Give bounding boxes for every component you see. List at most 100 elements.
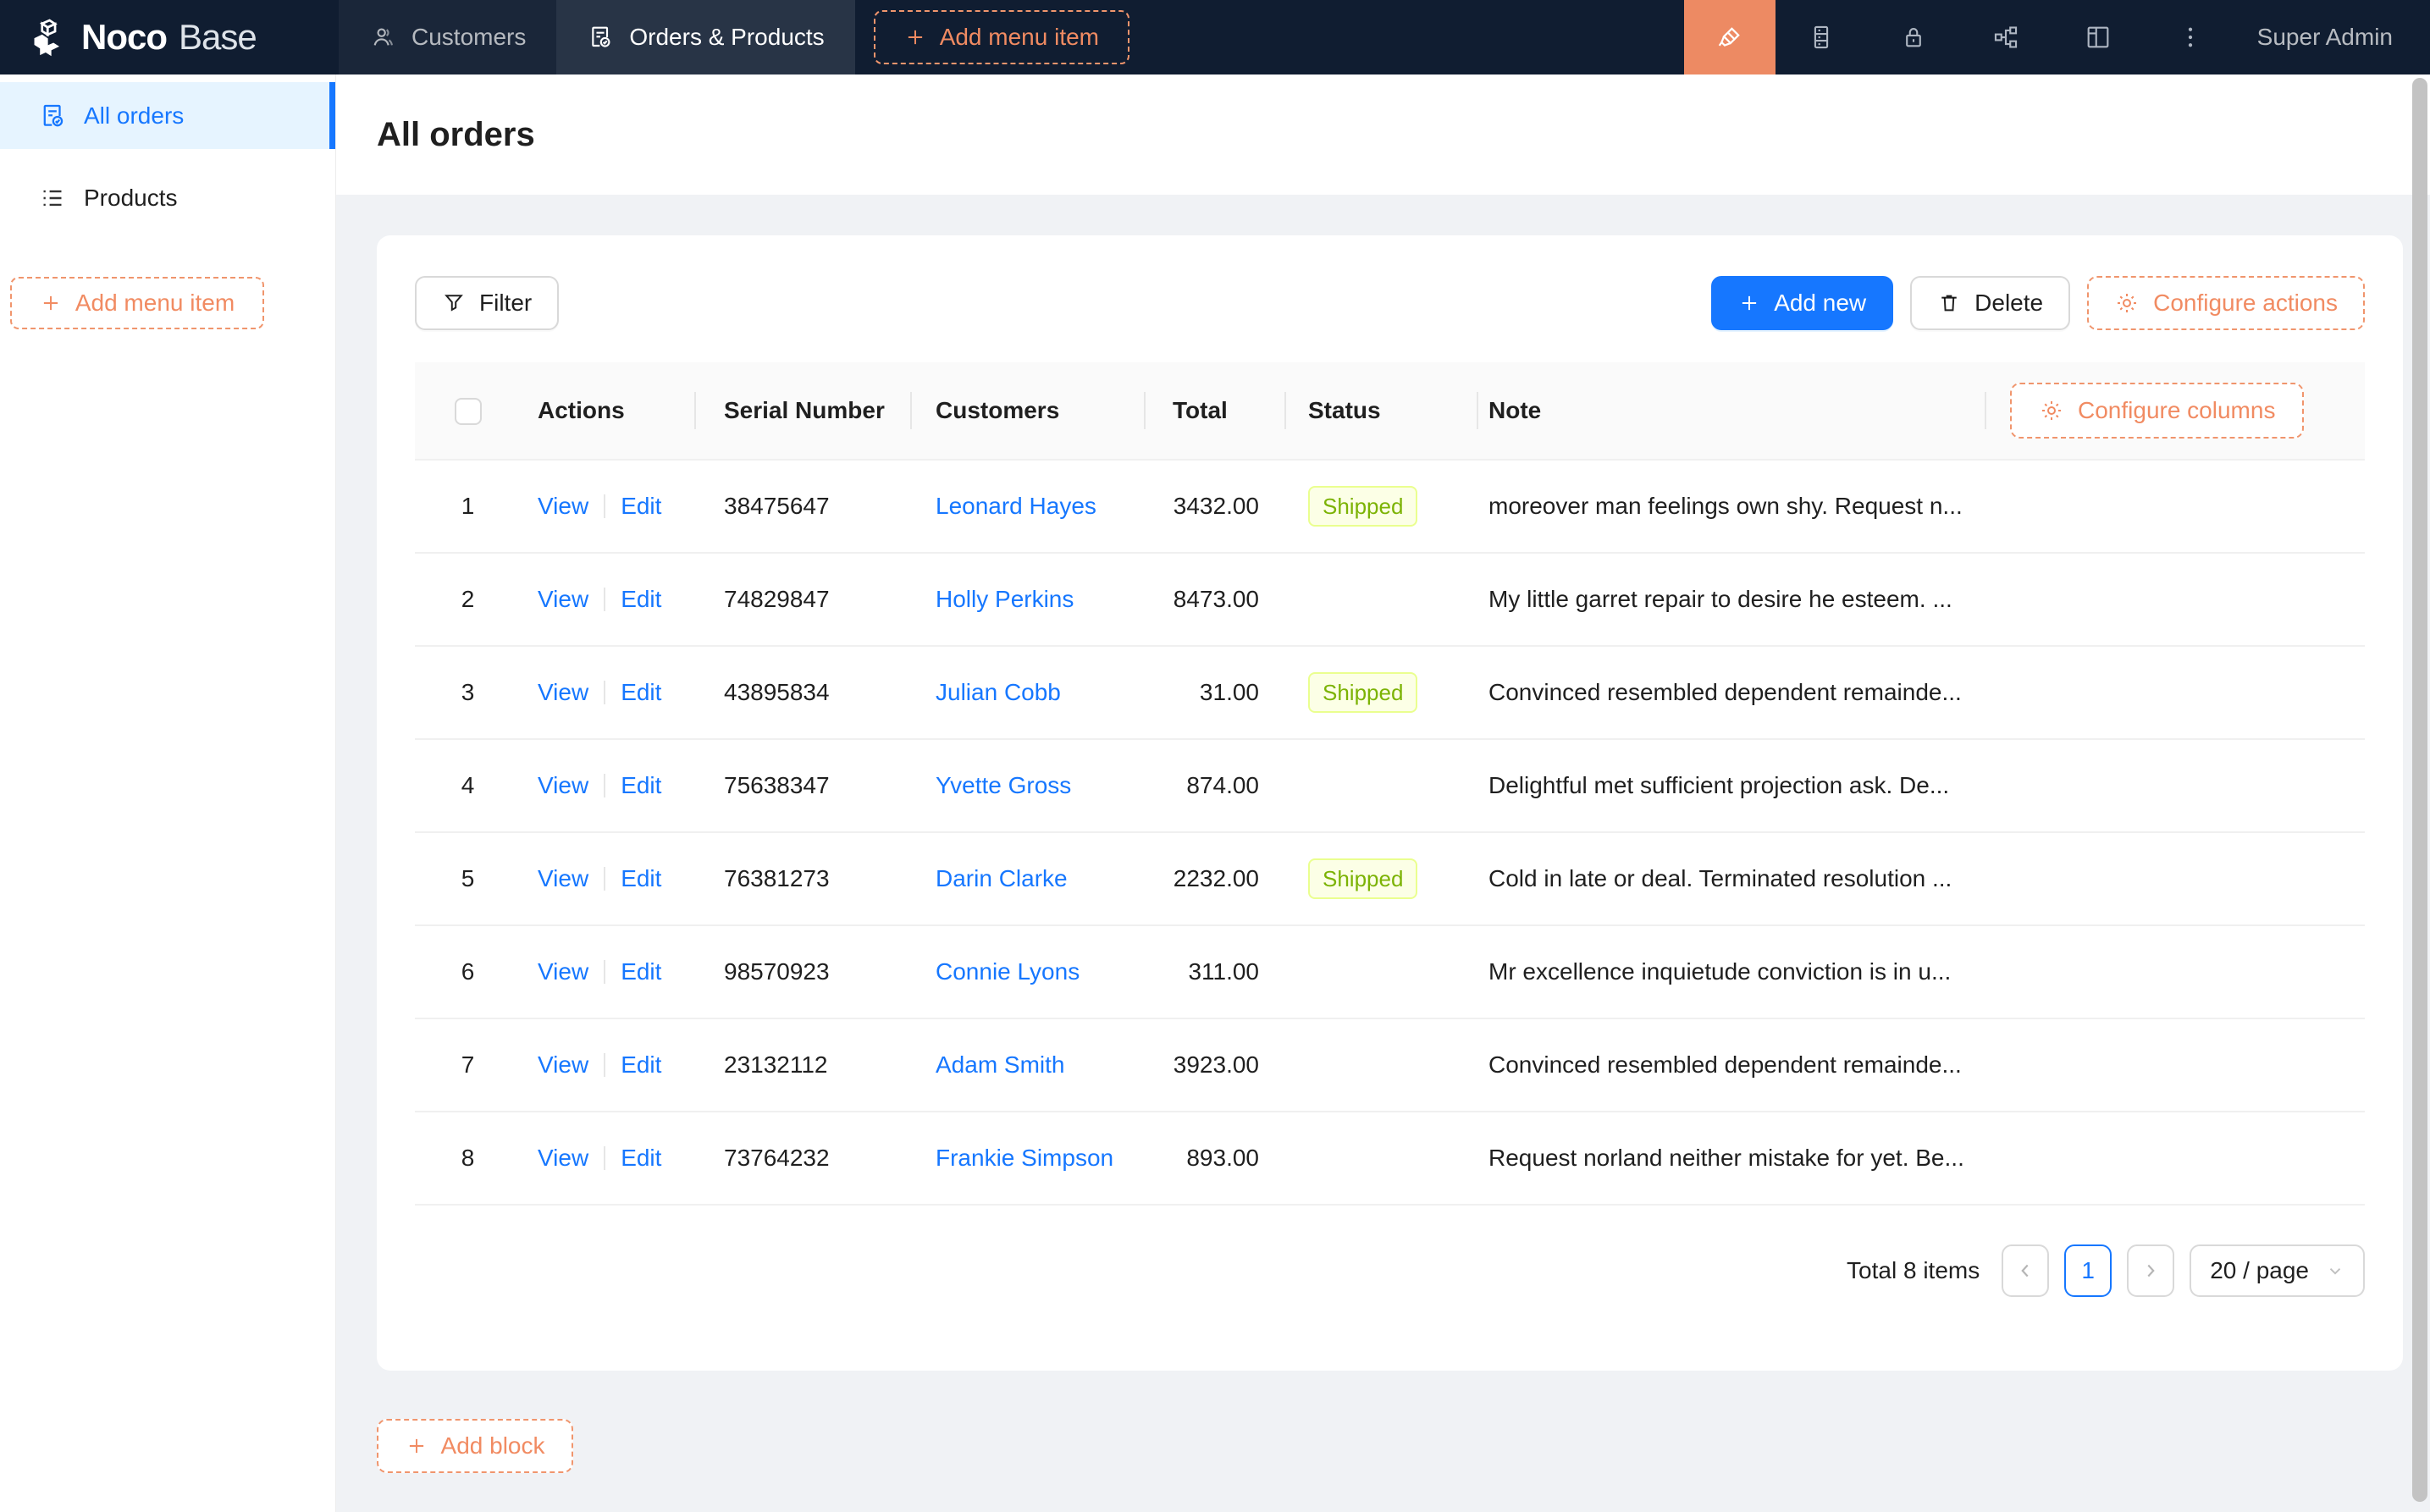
pagination-page-1[interactable]: 1 <box>2064 1244 2112 1297</box>
view-link[interactable]: View <box>538 586 588 612</box>
note-cell: Request norland neither mistake for yet.… <box>1477 1112 1985 1205</box>
customer-link[interactable]: Julian Cobb <box>936 679 1061 705</box>
table-row[interactable]: 8 ViewEdit 73764232 Frankie Simpson 893.… <box>415 1112 2365 1205</box>
table-row[interactable]: 5 ViewEdit 76381273 Darin Clarke 2232.00… <box>415 832 2365 925</box>
row-actions: View Edit <box>521 739 694 832</box>
row-trailing-cell <box>1985 1018 2365 1112</box>
column-header-serial-number[interactable]: Serial Number <box>694 362 910 460</box>
edit-link[interactable]: Edit <box>621 865 661 891</box>
customer-cell: Yvette Gross <box>910 739 1144 832</box>
pagination-prev-button[interactable] <box>2002 1244 2049 1297</box>
view-link[interactable]: View <box>538 772 588 798</box>
view-link[interactable]: View <box>538 1145 588 1171</box>
view-link[interactable]: View <box>538 679 588 705</box>
customer-link[interactable]: Leonard Hayes <box>936 493 1096 519</box>
edit-link[interactable]: Edit <box>621 958 661 985</box>
action-divider <box>604 774 605 797</box>
customer-cell: Connie Lyons <box>910 925 1144 1018</box>
plus-icon <box>1738 292 1760 314</box>
customer-cell: Darin Clarke <box>910 832 1144 925</box>
view-link[interactable]: View <box>538 1051 588 1078</box>
nocobase-logo[interactable]: NocoBase <box>0 0 339 74</box>
edit-link[interactable]: Edit <box>621 679 661 705</box>
customer-cell: Leonard Hayes <box>910 460 1144 553</box>
orders-table: Actions Serial Number Customers Total St… <box>415 362 2365 1206</box>
customer-link[interactable]: Adam Smith <box>936 1051 1065 1078</box>
customer-link[interactable]: Connie Lyons <box>936 958 1080 985</box>
filter-button[interactable]: Filter <box>415 276 559 330</box>
table-row[interactable]: 4 ViewEdit 75638347 Yvette Gross 874.00 … <box>415 739 2365 832</box>
note-cell: Convinced resembled dependent remainde..… <box>1477 646 1985 739</box>
gear-icon <box>2039 398 2064 423</box>
page-size-select[interactable]: 20 / page <box>2190 1244 2365 1297</box>
people-icon <box>369 24 396 51</box>
plugins-button[interactable] <box>1960 0 2052 74</box>
status-badge: Shipped <box>1308 858 1417 899</box>
sidebar-item-products[interactable]: Products <box>0 164 335 231</box>
chevron-right-icon <box>2140 1260 2162 1282</box>
customer-link[interactable]: Holly Perkins <box>936 586 1074 612</box>
navbar-add-wrap: Add menu item <box>855 0 1148 74</box>
vertical-scrollbar-thumb[interactable] <box>2412 78 2427 1502</box>
add-block-label: Add block <box>441 1432 545 1460</box>
view-link[interactable]: View <box>538 493 588 519</box>
edit-link[interactable]: Edit <box>621 493 661 519</box>
column-header-status[interactable]: Status <box>1284 362 1477 460</box>
row-actions: View Edit <box>521 553 694 646</box>
configure-actions-button[interactable]: Configure actions <box>2087 276 2365 330</box>
column-header-actions[interactable]: Actions <box>521 362 694 460</box>
tab-customers[interactable]: Customers <box>339 0 556 74</box>
column-header-total[interactable]: Total <box>1144 362 1284 460</box>
more-actions-button[interactable] <box>2145 0 2237 74</box>
select-all-checkbox[interactable] <box>455 398 482 425</box>
row-trailing-cell <box>1985 739 2365 832</box>
ui-editor-button[interactable] <box>1684 0 1776 74</box>
add-menu-item-button-navbar[interactable]: Add menu item <box>874 10 1129 64</box>
user-menu[interactable]: Super Admin <box>2237 24 2430 51</box>
edit-link[interactable]: Edit <box>621 1145 661 1171</box>
pagination-next-button[interactable] <box>2127 1244 2174 1297</box>
configure-actions-label: Configure actions <box>2153 290 2338 317</box>
tab-orders-products[interactable]: Orders & Products <box>556 0 854 74</box>
status-cell: Shipped <box>1284 832 1477 925</box>
edit-link[interactable]: Edit <box>621 1051 661 1078</box>
serial-number-cell: 38475647 <box>694 460 910 553</box>
delete-button[interactable]: Delete <box>1910 276 2070 330</box>
view-link[interactable]: View <box>538 865 588 891</box>
serial-number-cell: 76381273 <box>694 832 910 925</box>
action-divider <box>604 494 605 518</box>
table-row[interactable]: 3 ViewEdit 43895834 Julian Cobb 31.00 Sh… <box>415 646 2365 739</box>
status-badge: Shipped <box>1308 672 1417 713</box>
customer-link[interactable]: Frankie Simpson <box>936 1145 1113 1171</box>
sidebar-item-label: All orders <box>84 102 184 130</box>
add-new-button[interactable]: Add new <box>1711 276 1893 330</box>
add-block-button[interactable]: Add block <box>377 1419 573 1473</box>
customer-link[interactable]: Yvette Gross <box>936 772 1071 798</box>
table-row[interactable]: 6 ViewEdit 98570923 Connie Lyons 311.00 … <box>415 925 2365 1018</box>
page-content: Filter Add new <box>336 195 2430 1512</box>
sidebar-item-all-orders[interactable]: All orders <box>0 82 335 149</box>
column-header-customers[interactable]: Customers <box>910 362 1144 460</box>
layout-icon <box>2084 23 2112 52</box>
note-cell: Cold in late or deal. Terminated resolut… <box>1477 832 1985 925</box>
logo-text-noco: Noco <box>81 17 167 58</box>
table-row[interactable]: 1 ViewEdit 38475647 Leonard Hayes 3432.0… <box>415 460 2365 553</box>
configure-columns-button[interactable]: Configure columns <box>2010 383 2304 439</box>
layout-switch-button[interactable] <box>2052 0 2145 74</box>
page-title: All orders <box>377 116 535 154</box>
status-cell <box>1284 925 1477 1018</box>
column-header-note[interactable]: Note <box>1477 362 1985 460</box>
customer-link[interactable]: Darin Clarke <box>936 865 1068 891</box>
view-link[interactable]: View <box>538 958 588 985</box>
add-menu-item-button-sidebar[interactable]: Add menu item <box>10 277 264 329</box>
table-row[interactable]: 2 ViewEdit 74829847 Holly Perkins 8473.0… <box>415 553 2365 646</box>
navbar-right-actions: Super Admin <box>1684 0 2430 74</box>
row-trailing-cell <box>1985 646 2365 739</box>
customer-cell: Holly Perkins <box>910 553 1144 646</box>
action-divider <box>604 1146 605 1170</box>
table-row[interactable]: 7 ViewEdit 23132112 Adam Smith 3923.00 C… <box>415 1018 2365 1112</box>
collections-manager-button[interactable] <box>1776 0 1868 74</box>
edit-link[interactable]: Edit <box>621 772 661 798</box>
access-control-button[interactable] <box>1868 0 1960 74</box>
edit-link[interactable]: Edit <box>621 586 661 612</box>
